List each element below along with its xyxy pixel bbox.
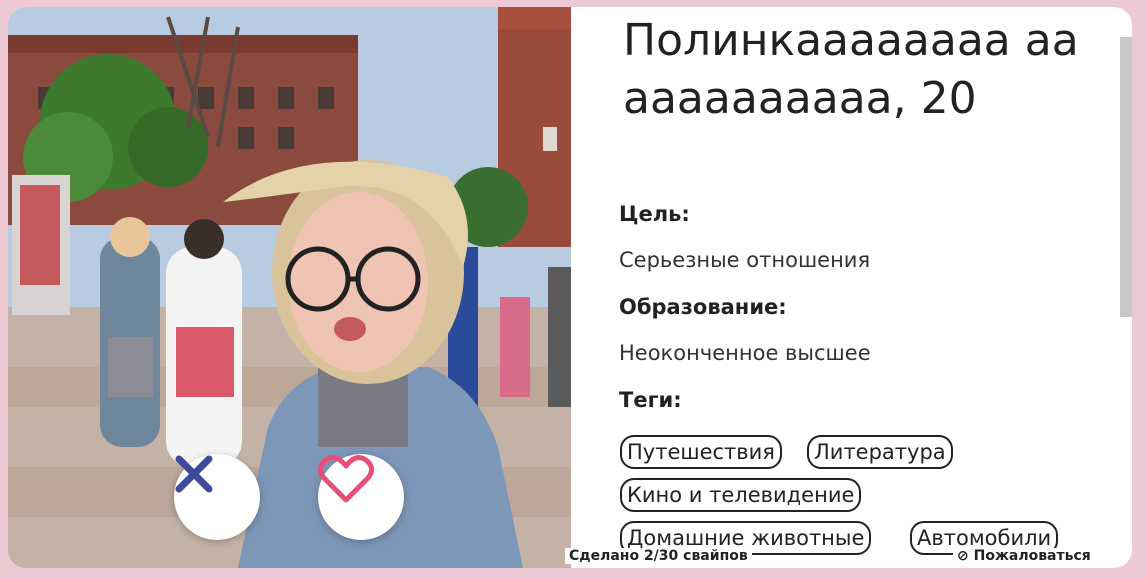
- swipe-counter: Сделано 2/30 свайпов: [565, 548, 752, 564]
- goal-value: Серьезные отношения: [619, 248, 871, 272]
- education-label: Образование:: [619, 295, 787, 319]
- report-button[interactable]: ⊘ Пожаловаться: [953, 548, 1095, 564]
- tag-travel[interactable]: Путешествия: [620, 435, 782, 469]
- scrollbar[interactable]: [1120, 37, 1132, 317]
- profile-card: Полинкаааааааа аааааааааааа, 20 Цель: Се…: [8, 7, 1132, 568]
- profile-photo: [8, 7, 571, 568]
- tag-literature[interactable]: Литература: [807, 435, 953, 469]
- tags-label: Теги:: [619, 388, 682, 412]
- heart-icon: [318, 455, 374, 503]
- photo-illustration: [8, 7, 571, 568]
- profile-name: Полинкаааааааа аааааааааааа, 20: [623, 15, 1079, 124]
- profile-info-panel: Полинкаааааааа аааааааааааа, 20 Цель: Се…: [571, 7, 1132, 568]
- like-button[interactable]: [318, 454, 404, 540]
- goal-label: Цель:: [619, 202, 690, 226]
- education-value: Неоконченное высшее: [619, 341, 871, 365]
- dislike-button[interactable]: [174, 454, 260, 540]
- close-icon: [175, 455, 213, 493]
- tag-movies-tv[interactable]: Кино и телевидение: [620, 478, 862, 512]
